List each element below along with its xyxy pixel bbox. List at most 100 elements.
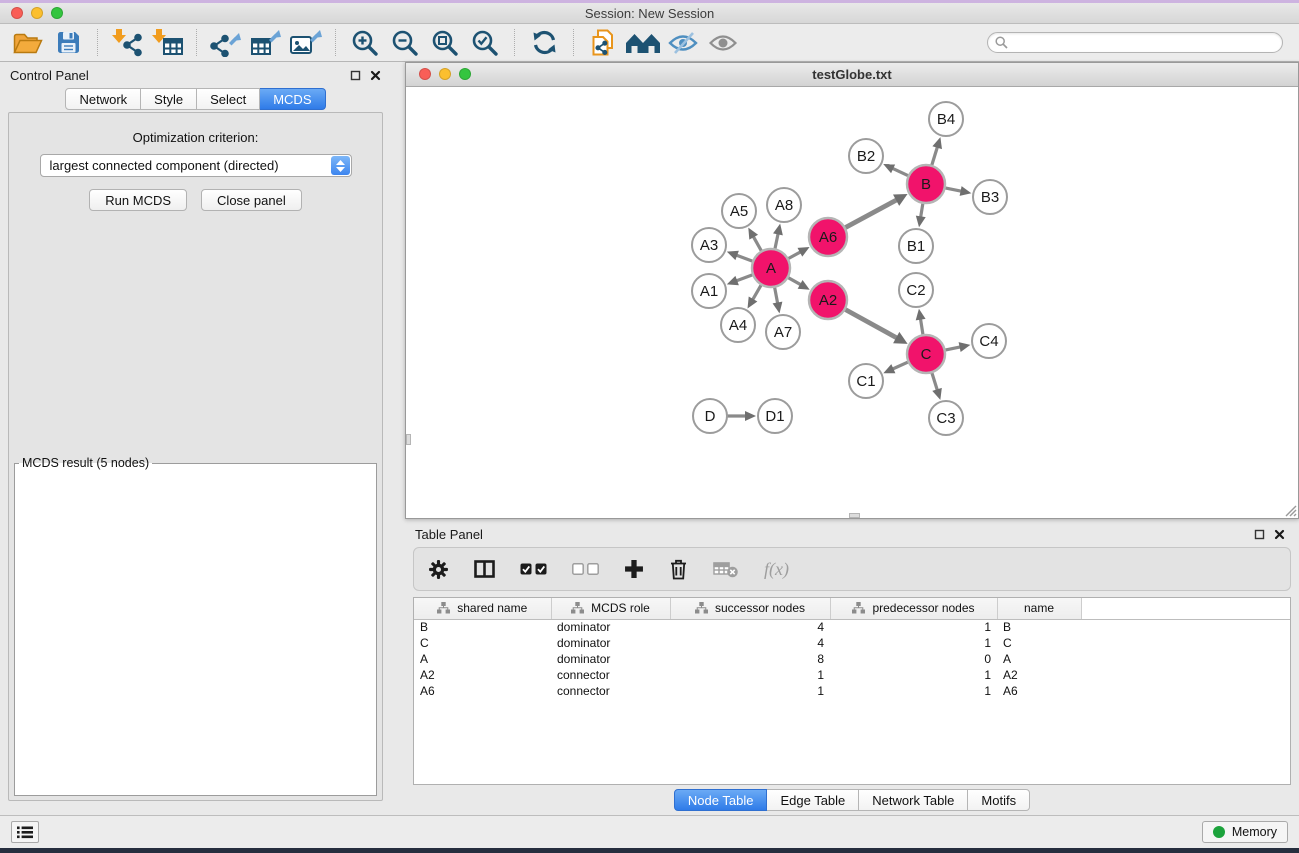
column-header[interactable]: MCDS role (551, 598, 670, 619)
table-row[interactable]: Cdominator41C (414, 635, 1290, 651)
hide-graphics-details-button[interactable] (663, 26, 703, 60)
zoom-selected-button[interactable] (465, 26, 505, 60)
tab-mcds[interactable]: MCDS (260, 88, 325, 110)
network-vertical-scroll-thumb[interactable] (406, 434, 411, 445)
delete-table-button[interactable] (713, 561, 739, 578)
table-row[interactable]: Bdominator41B (414, 619, 1290, 635)
table-settings-button[interactable] (428, 559, 449, 580)
float-panel-icon[interactable] (1254, 529, 1265, 540)
close-window-button[interactable] (11, 7, 23, 19)
table-cell: 1 (830, 635, 997, 651)
create-column-button[interactable] (624, 559, 644, 579)
network-window-controls (419, 68, 471, 80)
unchecked-boxes-icon (572, 563, 599, 575)
table-cell: connector (551, 667, 670, 683)
column-header-filler (1081, 598, 1290, 619)
memory-status-dot (1213, 826, 1225, 838)
network-canvas[interactable]: B4B2BB3A8A5A6A3B1AA1C2A2A4A7C4CC1C3DD1 (406, 87, 1298, 518)
close-panel-button[interactable]: Close panel (201, 189, 302, 211)
criterion-selected-value: largest connected component (directed) (50, 158, 279, 173)
table-cell: C (414, 635, 551, 651)
refresh-button[interactable] (524, 26, 564, 60)
tab-motifs[interactable]: Motifs (968, 789, 1030, 811)
table-cell: A2 (997, 667, 1081, 683)
column-header-label: successor nodes (715, 601, 805, 615)
tab-style[interactable]: Style (141, 88, 197, 110)
clone-network-button[interactable] (583, 26, 623, 60)
zoom-window-button[interactable] (51, 7, 63, 19)
tab-select[interactable]: Select (197, 88, 260, 110)
close-panel-icon[interactable] (370, 70, 381, 81)
table-cell: 1 (830, 683, 997, 699)
network-graph: B4B2BB3A8A5A6A3B1AA1C2A2A4A7C4CC1C3DD1 (406, 87, 1298, 517)
column-header[interactable]: successor nodes (670, 598, 830, 619)
graph-node-label: B1 (907, 238, 925, 255)
zoom-fit-button[interactable] (425, 26, 465, 60)
table-cell: 1 (670, 683, 830, 699)
mcds-result-list: A2ABCA6 (16, 470, 363, 472)
table-cell-filler (1081, 635, 1290, 651)
column-header[interactable]: name (997, 598, 1081, 619)
control-panel-title: Control Panel (10, 68, 89, 83)
network-zoom-button[interactable] (459, 68, 471, 80)
network-minimize-button[interactable] (439, 68, 451, 80)
table-row[interactable]: A6connector11A6 (414, 683, 1290, 699)
graph-edge-A6-B[interactable] (843, 199, 898, 229)
graph-edge-arrowhead (960, 186, 972, 196)
network-horizontal-scroll-thumb[interactable] (849, 513, 860, 518)
show-graphics-details-button[interactable] (703, 26, 743, 60)
graph-node-label: B2 (857, 148, 875, 165)
graph-edge-arrowhead (727, 251, 739, 260)
optimization-criterion-select[interactable]: largest connected component (directed) (40, 154, 352, 177)
close-panel-icon[interactable] (1274, 529, 1285, 540)
task-history-button[interactable] (11, 821, 39, 843)
tab-network[interactable]: Network (65, 88, 141, 110)
tab-network-table[interactable]: Network Table (859, 789, 968, 811)
minimize-window-button[interactable] (31, 7, 43, 19)
select-all-rows-button[interactable] (520, 563, 547, 575)
memory-button[interactable]: Memory (1202, 821, 1288, 843)
control-panel-header: Control Panel (0, 62, 391, 88)
delete-table-icon (713, 561, 739, 578)
column-header[interactable]: predecessor nodes (830, 598, 997, 619)
table-cell-filler (1081, 651, 1290, 667)
open-folder-icon (13, 31, 43, 55)
table-cell: 1 (830, 619, 997, 635)
network-close-button[interactable] (419, 68, 431, 80)
app-title: Session: New Session (0, 6, 1299, 21)
save-session-button[interactable] (48, 26, 88, 60)
network-overview-button[interactable] (623, 26, 663, 60)
graph-edge-B-B4[interactable] (931, 146, 938, 168)
graph-node-label: B (921, 176, 931, 193)
graph-edge-C-C3[interactable] (931, 370, 938, 391)
float-panel-icon[interactable] (350, 70, 361, 81)
list-icon (17, 826, 33, 839)
control-panel: Control Panel Network Style Select MCDS … (0, 62, 391, 815)
export-table-button[interactable] (246, 26, 286, 60)
column-tree-icon (695, 602, 708, 614)
table-row[interactable]: A2connector11A2 (414, 667, 1290, 683)
zoom-in-button[interactable] (345, 26, 385, 60)
delete-column-button[interactable] (669, 558, 688, 580)
status-bar: Memory (0, 815, 1299, 848)
tab-node-table[interactable]: Node Table (674, 789, 768, 811)
search-input[interactable] (1013, 36, 1275, 50)
export-network-button[interactable] (206, 26, 246, 60)
zoom-out-button[interactable] (385, 26, 425, 60)
resize-grip-icon[interactable] (1283, 503, 1297, 517)
graph-node-label: B4 (937, 111, 955, 128)
open-session-button[interactable] (8, 26, 48, 60)
column-header[interactable]: shared name (414, 598, 551, 619)
function-builder-button[interactable]: f(x) (764, 559, 789, 580)
export-image-button[interactable] (286, 26, 326, 60)
deselect-all-rows-button[interactable] (572, 563, 599, 575)
import-table-button[interactable] (147, 26, 187, 60)
show-columns-button[interactable] (474, 560, 495, 578)
tab-edge-table[interactable]: Edge Table (767, 789, 859, 811)
table-row[interactable]: Adominator80A (414, 651, 1290, 667)
import-network-button[interactable] (107, 26, 147, 60)
table-body: Bdominator41BCdominator41CAdominator80AA… (414, 619, 1290, 699)
graph-edge-arrowhead (932, 137, 942, 149)
graph-edge-A2-C[interactable] (843, 308, 898, 338)
run-mcds-button[interactable]: Run MCDS (89, 189, 187, 211)
